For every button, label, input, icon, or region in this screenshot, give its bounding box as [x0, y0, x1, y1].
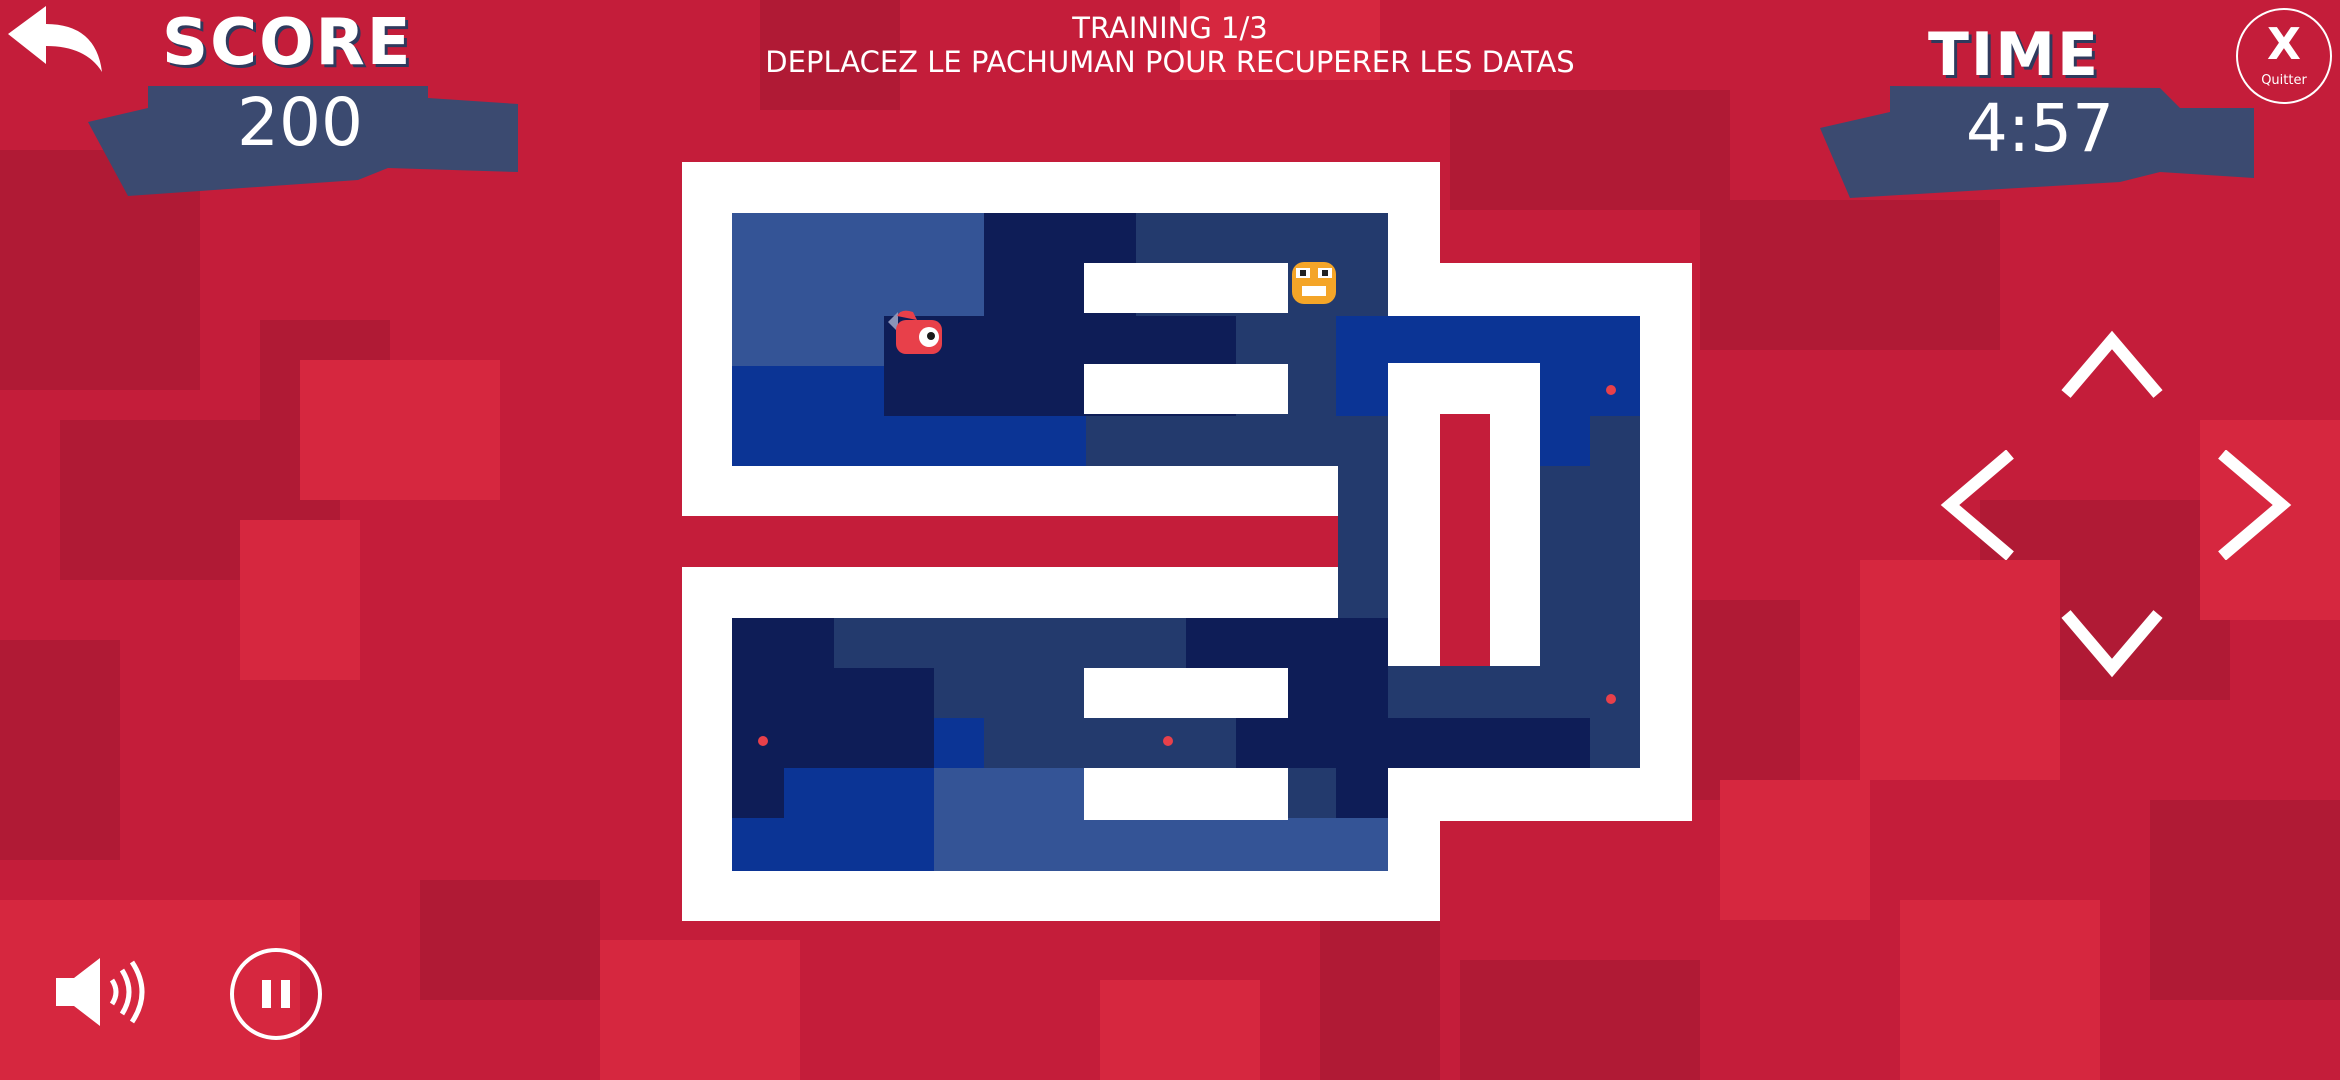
quit-label: Quitter: [2261, 73, 2307, 88]
maze: [682, 162, 1692, 921]
instruction-text: DEPLACEZ LE PACHUMAN POUR RECUPERER LES …: [765, 45, 1575, 79]
score-value: 200: [237, 84, 363, 161]
arrow-down-icon: [2061, 610, 2163, 678]
time-label: TIME: [1928, 20, 2100, 90]
score-label: SCORE: [162, 6, 413, 80]
quit-button[interactable]: X Quitter: [2236, 8, 2332, 104]
move-left-button[interactable]: [1938, 450, 2018, 560]
sound-button[interactable]: [52, 956, 152, 1028]
arrow-right-icon: [2218, 450, 2292, 560]
pause-button[interactable]: [230, 948, 322, 1040]
ghost-enemy-icon: [1292, 262, 1336, 304]
quit-x-icon: X: [2267, 19, 2301, 70]
bottom-room: [732, 618, 1388, 871]
move-down-button[interactable]: [2060, 606, 2164, 682]
move-up-button[interactable]: [2060, 326, 2164, 402]
training-title: TRAINING 1/3: [1072, 11, 1268, 45]
arrow-up-icon: [2061, 330, 2163, 398]
speaker-icon: [56, 958, 145, 1026]
arrow-left-icon: [1940, 450, 2014, 560]
time-value: 4:57: [1965, 90, 2115, 167]
move-right-button[interactable]: [2214, 450, 2294, 560]
pause-icon: [262, 980, 290, 1008]
maze-gap: [1440, 414, 1490, 666]
